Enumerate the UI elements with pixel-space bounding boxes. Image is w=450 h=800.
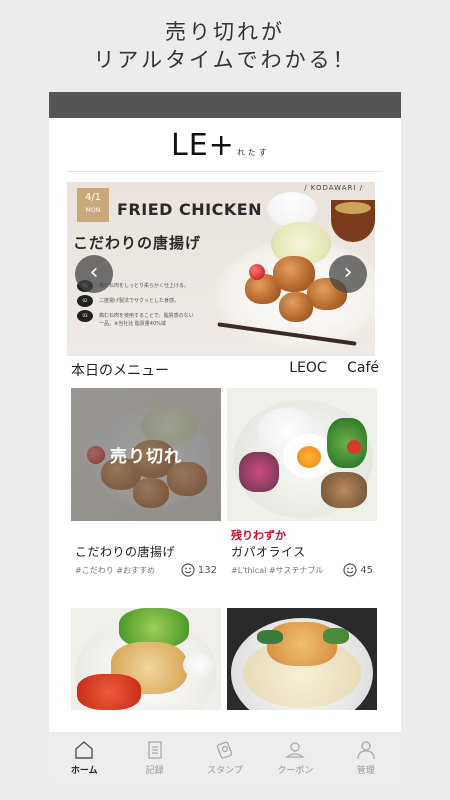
- promo-line-1: 売り切れが: [165, 20, 285, 44]
- home-icon: [75, 740, 93, 759]
- menu-card-image: [227, 608, 377, 710]
- like-count: 45: [360, 564, 373, 576]
- tab-stamp[interactable]: スタンプ: [190, 732, 260, 782]
- menu-card[interactable]: 残りわずか ガパオライス #L'thical #サステナブル 45: [227, 388, 377, 577]
- banner-tag: / KODAWARI /: [304, 184, 363, 192]
- tomato-image: [249, 264, 265, 280]
- soup-bowl-image: [331, 200, 375, 242]
- point-badge-icon: 03: [77, 310, 93, 322]
- menu-card-tags: #L'thical #サステナブル: [231, 565, 324, 575]
- menu-card-image: [227, 388, 377, 521]
- app-screen: LE+ れたす 4/1 MON / KODAWARI / FRIED CHICK…: [49, 92, 401, 782]
- tab-coupon[interactable]: クーポン: [260, 732, 330, 782]
- menu-card[interactable]: 売り切れ こだわりの唐揚げ #こだわり #おすすめ 132: [71, 388, 221, 577]
- banner-note-text: 鶏むね肉を使用することで、脂質感のない一品。※当社比 脂質量40%減: [99, 313, 194, 327]
- tab-manage[interactable]: 管理: [331, 732, 401, 782]
- date-badge: 4/1 MON: [77, 188, 109, 222]
- menu-card-title: ガパオライス: [231, 545, 306, 559]
- like-count: 132: [197, 564, 217, 576]
- app-logo: LE+ れたす: [171, 128, 270, 163]
- like-button[interactable]: 132: [181, 563, 217, 577]
- coupon-icon: [285, 741, 306, 758]
- status-bar: [49, 92, 401, 118]
- smile-icon: [181, 563, 195, 577]
- tab-label: スタンプ: [207, 765, 243, 776]
- cafe-brand: LEOC: [289, 360, 327, 376]
- section-title: 本日のメニュー: [71, 363, 169, 379]
- document-icon: [147, 740, 162, 759]
- menu-card-footer: #L'thical #サステナブル 45: [231, 563, 373, 577]
- banner-title: FRIED CHICKEN: [117, 200, 263, 219]
- menu-card-tags: #こだわり #おすすめ: [75, 565, 155, 575]
- like-button[interactable]: 45: [343, 563, 373, 577]
- fried-chicken-image: [279, 292, 313, 322]
- tab-record[interactable]: 記録: [119, 732, 189, 782]
- tab-label: 管理: [356, 765, 375, 776]
- carousel-next-button[interactable]: ›: [329, 255, 367, 293]
- logo-main-text: LE+: [171, 128, 235, 163]
- banner-note-text: 二度揚げ製法でサクッとした食感。: [99, 298, 180, 304]
- menu-card-image: 売り切れ: [71, 388, 221, 521]
- stamp-icon: [216, 741, 233, 759]
- menu-section-header: 本日のメニュー LEOC Café: [71, 360, 379, 380]
- banner-note: 03 鶏むね肉を使用することで、脂質感のない一品。※当社比 脂質量40%減: [77, 310, 197, 328]
- cafe-label: Café: [347, 360, 379, 376]
- logo-sub-text: れたす: [236, 148, 270, 157]
- menu-card-title: こだわりの唐揚げ: [75, 545, 176, 559]
- point-badge-icon: 02: [77, 295, 93, 307]
- banner-note-text: 鶏むね肉をしっとり柔らかく仕上げる。: [99, 283, 190, 289]
- cafe-name: LEOC Café: [273, 360, 379, 380]
- stock-badge: 残りわずか: [231, 529, 286, 542]
- user-icon: [357, 740, 375, 759]
- tab-label: クーポン: [277, 765, 314, 776]
- menu-card[interactable]: [227, 608, 377, 710]
- sold-out-overlay: 売り切れ: [71, 388, 221, 521]
- rice-bowl-image: [267, 192, 317, 226]
- tab-home[interactable]: ホーム: [49, 732, 119, 782]
- promo-line-2: リアルタイムでわかる！: [93, 48, 357, 72]
- promo-caption: 売り切れが リアルタイムでわかる！: [0, 18, 450, 74]
- smile-icon: [343, 563, 357, 577]
- carousel-prev-button[interactable]: ‹: [75, 255, 113, 293]
- menu-card-image: [71, 608, 221, 710]
- banner-weekday: MON: [85, 207, 101, 214]
- tab-label: ホーム: [70, 765, 98, 776]
- app-header: LE+ れたす: [67, 118, 383, 172]
- banner-date: 4/1: [84, 192, 102, 203]
- banner-note: 02 二度揚げ製法でサクッとした食感。: [77, 295, 197, 307]
- bottom-tab-bar: ホーム 記録 スタンプ クーポン 管理: [49, 732, 401, 782]
- tab-label: 記録: [145, 765, 164, 776]
- banner-subtitle: こだわりの唐揚げ: [73, 234, 202, 252]
- stock-badge: [75, 527, 221, 541]
- menu-card[interactable]: [71, 608, 221, 710]
- menu-card-footer: #こだわり #おすすめ 132: [75, 563, 217, 577]
